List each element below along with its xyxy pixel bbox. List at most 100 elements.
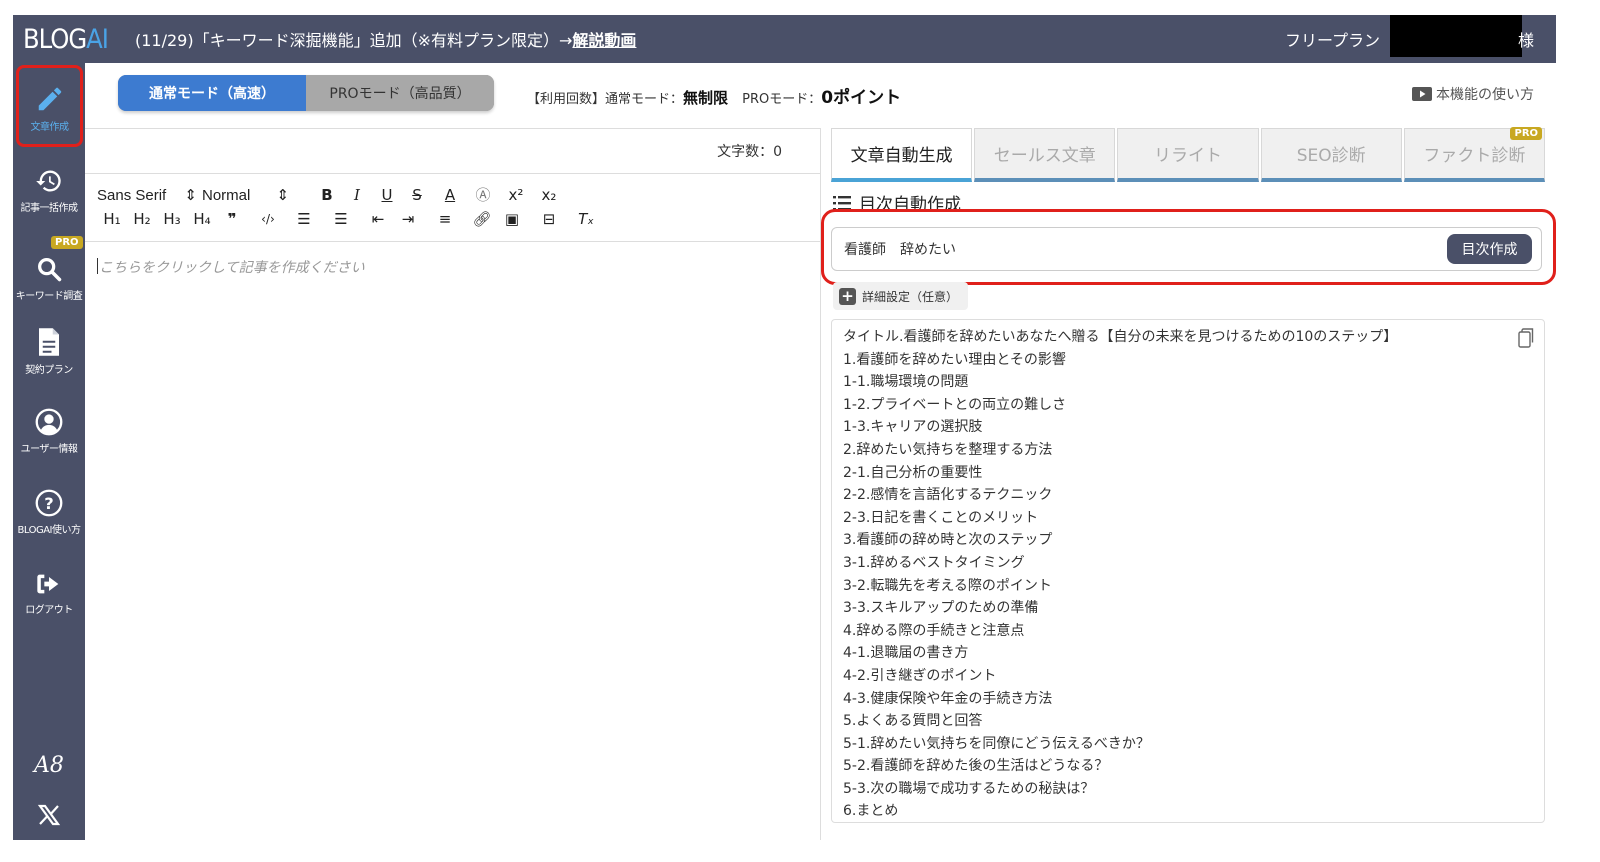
italic-icon[interactable]: I bbox=[342, 186, 372, 204]
logo-text: BLOG bbox=[23, 23, 87, 55]
video-embed-icon[interactable]: ⊟ bbox=[527, 210, 571, 228]
toc-line: 1-2.プライベートとの両立の難しさ bbox=[843, 396, 1067, 413]
char-count: 文字数：0 bbox=[717, 144, 782, 160]
sidebar: 文章作成 記事一括作成 PRO キーワード調査 契約プラン ユーザー情報 ? B… bbox=[13, 63, 85, 840]
underline-icon[interactable]: U bbox=[372, 186, 402, 204]
history-icon bbox=[36, 170, 61, 192]
search-icon bbox=[38, 258, 62, 282]
bullet-list-icon[interactable]: ☰ bbox=[319, 210, 363, 228]
font-select[interactable]: Sans Serif ⇕ bbox=[97, 186, 202, 204]
mode-switch: 通常モード（高速） PROモード（高品質） bbox=[118, 75, 494, 111]
h2-icon[interactable]: H₂ bbox=[127, 210, 157, 228]
logo-accent: AI bbox=[86, 23, 109, 55]
logout-icon bbox=[37, 574, 59, 594]
image-icon[interactable]: ▣ bbox=[497, 210, 527, 228]
quote-icon[interactable]: ❞ bbox=[217, 210, 247, 228]
align-icon[interactable]: ≡ bbox=[423, 210, 467, 228]
subscript-icon[interactable]: x₂ bbox=[534, 186, 564, 204]
sidebar-item-user[interactable]: ユーザー情報 bbox=[13, 408, 85, 455]
sidebar-item-howto[interactable]: ? BLOGAI使い方 bbox=[13, 489, 85, 536]
detail-settings-button[interactable]: + 詳細設定（任意） bbox=[833, 282, 969, 310]
tab-fact-check[interactable]: ファクト診断 PRO bbox=[1403, 127, 1546, 182]
toc-line: 5-3.次の職場で成功するための秘訣は？ bbox=[843, 780, 1095, 797]
pro-usage-label: PROモード： bbox=[742, 92, 822, 107]
tab-rewrite[interactable]: リライト bbox=[1117, 128, 1259, 182]
usage-info: 【利用回数】通常モード：無制限 PROモード：0ポイント bbox=[527, 83, 901, 108]
tab-seo-diagnosis[interactable]: SEO診断 bbox=[1260, 128, 1402, 182]
ordered-list-icon[interactable]: ☰ bbox=[289, 210, 319, 228]
strike-icon[interactable]: S bbox=[402, 186, 432, 204]
sidebar-item-label: 記事一括作成 bbox=[20, 203, 79, 214]
h1-icon[interactable]: H₁ bbox=[97, 210, 127, 228]
pro-usage-value: 0ポイント bbox=[821, 88, 902, 108]
keyword-input[interactable]: 看護師 辞めたい bbox=[831, 227, 1542, 271]
svg-text:?: ? bbox=[44, 494, 53, 513]
announcement: (11/29)「キーワード深掘機能」追加（※有料プラン限定）→解説動画 bbox=[135, 27, 636, 51]
toc-line: 3-3.スキルアップのための準備 bbox=[843, 600, 1039, 617]
x-logo-icon bbox=[37, 804, 61, 826]
editor-content[interactable]: こちらをクリックして記事を作成ください bbox=[97, 257, 365, 277]
create-toc-button[interactable]: 目次作成 bbox=[1447, 234, 1532, 264]
pro-mode-button[interactable]: PROモード（高品質） bbox=[306, 75, 494, 111]
announcement-text: (11/29)「キーワード深掘機能」追加（※有料プラン限定）→ bbox=[135, 31, 573, 50]
select-arrows-icon: ⇕ bbox=[276, 186, 290, 204]
link-icon[interactable]: 🔗︎ bbox=[467, 210, 497, 228]
normal-mode-button[interactable]: 通常モード（高速） bbox=[118, 75, 306, 111]
pencil-icon bbox=[38, 87, 61, 111]
h4-icon[interactable]: H₄ bbox=[187, 210, 217, 228]
toc-line: 3-1.辞めるベストタイミング bbox=[843, 554, 1025, 571]
toc-line: 5.よくある質問と回答 bbox=[843, 713, 983, 730]
toc-result[interactable]: タイトル.看護師を辞めたいあなたへ贈る【自分の未来を見つけるための10のステップ… bbox=[831, 319, 1545, 823]
sidebar-item-label: キーワード調査 bbox=[15, 291, 83, 302]
background-color-icon[interactable]: Ⓐ bbox=[468, 184, 498, 205]
help-icon: ? bbox=[35, 489, 63, 517]
clear-format-icon[interactable]: Tₓ bbox=[571, 210, 601, 228]
toc-line: 1-3.キャリアの選択肢 bbox=[843, 419, 983, 436]
sidebar-item-label: ユーザー情報 bbox=[20, 444, 78, 455]
toc-line: 6.まとめ bbox=[843, 803, 899, 820]
editor-toolbar: Sans Serif ⇕ Normal ⇕ B I U S A Ⓐ x² x₂ … bbox=[85, 173, 820, 242]
h3-icon[interactable]: H₃ bbox=[157, 210, 187, 228]
sidebar-item-label: 契約プラン bbox=[25, 365, 73, 376]
tab-fact-check-label: ファクト診断 bbox=[1423, 146, 1526, 166]
sidebar-item-label: BLOGAI使い方 bbox=[17, 525, 82, 536]
toc-line: 4-2.引き継ぎのポイント bbox=[843, 667, 997, 684]
sidebar-item-logout[interactable]: ログアウト bbox=[13, 571, 85, 616]
font-color-icon[interactable]: A bbox=[432, 186, 468, 204]
feature-tabs: 文章自動生成 セールス文章 リライト SEO診断 ファクト診断 PRO bbox=[831, 127, 1546, 182]
toc-line: 3-2.転職先を考える際のポイント bbox=[843, 577, 1052, 594]
sidebar-item-write[interactable]: 文章作成 bbox=[16, 65, 83, 147]
user-icon bbox=[35, 408, 63, 436]
a8-link[interactable]: A8 bbox=[13, 753, 85, 778]
size-select[interactable]: Normal ⇕ bbox=[202, 186, 312, 204]
toc-line: 3.看護師の辞め時と次のステップ bbox=[843, 532, 1053, 549]
toc-line: 1-1.職場環境の問題 bbox=[843, 374, 969, 391]
sidebar-item-bulk[interactable]: 記事一括作成 bbox=[13, 167, 85, 214]
bold-icon[interactable]: B bbox=[312, 186, 342, 204]
logo[interactable]: BLOGAI bbox=[13, 24, 123, 55]
plus-icon: + bbox=[839, 287, 856, 305]
sidebar-item-plan[interactable]: 契約プラン bbox=[13, 327, 85, 376]
top-header: BLOGAI (11/29)「キーワード深掘機能」追加（※有料プラン限定）→解説… bbox=[13, 15, 1556, 63]
toc-line: 2.辞めたい気持ちを整理する方法 bbox=[843, 441, 1053, 458]
howto-label: 本機能の使い方 bbox=[1436, 87, 1534, 103]
howto-link[interactable]: 本機能の使い方 bbox=[1412, 84, 1534, 104]
toc-line: 5-1.辞めたい気持ちを同僚にどう伝えるべきか？ bbox=[843, 735, 1150, 752]
tab-article-generation[interactable]: 文章自動生成 bbox=[831, 128, 973, 182]
copy-icon[interactable] bbox=[1518, 328, 1534, 348]
font-select-value: Sans Serif bbox=[97, 186, 167, 204]
x-link[interactable] bbox=[13, 803, 85, 827]
tab-sales-copy[interactable]: セールス文章 bbox=[974, 128, 1116, 182]
sidebar-item-label: 文章作成 bbox=[30, 122, 70, 133]
code-icon[interactable]: ‹/› bbox=[247, 212, 289, 226]
sidebar-item-keyword[interactable]: キーワード調査 bbox=[13, 255, 85, 302]
explanation-video-link[interactable]: 解説動画 bbox=[572, 31, 636, 50]
indent-icon[interactable]: ⇥ bbox=[393, 210, 423, 228]
plan-label[interactable]: フリープラン bbox=[1285, 27, 1380, 51]
toc-line: 4-3.健康保険や年金の手続き方法 bbox=[843, 690, 1053, 707]
outdent-icon[interactable]: ⇤ bbox=[363, 210, 393, 228]
honorific: 様 bbox=[1517, 31, 1534, 50]
superscript-icon[interactable]: x² bbox=[498, 186, 534, 204]
app-window: BLOGAI (11/29)「キーワード深掘機能」追加（※有料プラン限定）→解説… bbox=[13, 15, 1556, 840]
toc-line: 4-1.退職届の書き方 bbox=[843, 645, 969, 662]
